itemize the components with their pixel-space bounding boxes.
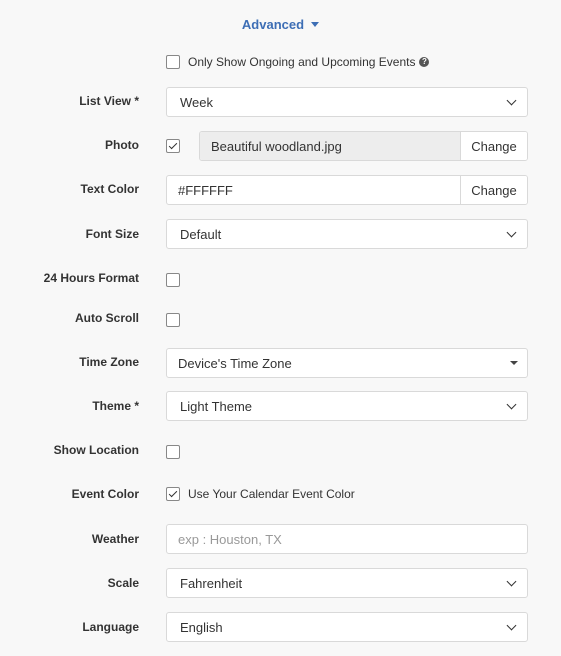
weather-input[interactable]: exp : Houston, TX bbox=[166, 524, 528, 554]
language-select[interactable]: English bbox=[166, 612, 528, 642]
chevron-down-icon bbox=[506, 95, 517, 105]
hours-24-label: 24 Hours Format bbox=[43, 271, 139, 285]
weather-placeholder: exp : Houston, TX bbox=[178, 531, 282, 547]
theme-label: Theme * bbox=[92, 399, 139, 413]
event-color-checkbox[interactable] bbox=[166, 487, 180, 501]
chevron-down-icon bbox=[506, 227, 517, 237]
font-size-select[interactable]: Default bbox=[166, 219, 528, 249]
scale-select[interactable]: Fahrenheit bbox=[166, 568, 528, 598]
language-value: English bbox=[180, 619, 223, 635]
list-view-label: List View * bbox=[79, 94, 139, 108]
caret-down-icon bbox=[510, 361, 518, 365]
language-label: Language bbox=[82, 620, 139, 634]
caret-down-icon bbox=[311, 22, 320, 28]
photo-label: Photo bbox=[105, 138, 139, 152]
question-circle-icon[interactable]: ? bbox=[419, 56, 430, 67]
event-color-label: Event Color bbox=[71, 487, 139, 501]
time-zone-select[interactable]: Device's Time Zone bbox=[166, 348, 528, 378]
text-color-input-group: #FFFFFF Change bbox=[166, 175, 528, 205]
ongoing-only-option: Only Show Ongoing and Upcoming Events? bbox=[188, 55, 430, 69]
auto-scroll-checkbox[interactable] bbox=[166, 313, 180, 327]
show-location-label: Show Location bbox=[53, 443, 139, 457]
event-color-option-label: Use Your Calendar Event Color bbox=[188, 487, 355, 501]
chevron-down-icon bbox=[506, 620, 517, 630]
chevron-down-icon bbox=[506, 399, 517, 409]
text-color-change-button[interactable]: Change bbox=[460, 176, 527, 204]
list-view-select[interactable]: Week bbox=[166, 87, 528, 117]
photo-filename: Beautiful woodland.jpg bbox=[200, 132, 460, 160]
photo-change-button[interactable]: Change bbox=[460, 132, 527, 160]
text-color-input[interactable]: #FFFFFF bbox=[167, 176, 460, 204]
ongoing-only-checkbox[interactable] bbox=[166, 55, 180, 69]
time-zone-label: Time Zone bbox=[79, 355, 139, 369]
hours-24-checkbox[interactable] bbox=[166, 273, 180, 287]
photo-input-group: Beautiful woodland.jpg Change bbox=[199, 131, 528, 161]
font-size-value: Default bbox=[180, 226, 222, 242]
list-view-value: Week bbox=[180, 94, 213, 110]
advanced-toggle[interactable]: Advanced bbox=[0, 17, 561, 32]
chevron-down-icon bbox=[506, 576, 517, 586]
scale-label: Scale bbox=[107, 576, 139, 590]
photo-checkbox[interactable] bbox=[166, 139, 180, 153]
theme-select[interactable]: Light Theme bbox=[166, 391, 528, 421]
advanced-label: Advanced bbox=[241, 17, 305, 32]
ongoing-only-label: Only Show Ongoing and Upcoming Events bbox=[188, 55, 416, 69]
text-color-label: Text Color bbox=[80, 182, 139, 196]
scale-value: Fahrenheit bbox=[180, 575, 243, 591]
theme-value: Light Theme bbox=[180, 398, 253, 414]
time-zone-value: Device's Time Zone bbox=[178, 355, 292, 371]
show-location-checkbox[interactable] bbox=[166, 445, 180, 459]
auto-scroll-label: Auto Scroll bbox=[74, 311, 139, 325]
weather-label: Weather bbox=[91, 532, 139, 546]
font-size-label: Font Size bbox=[85, 227, 139, 241]
